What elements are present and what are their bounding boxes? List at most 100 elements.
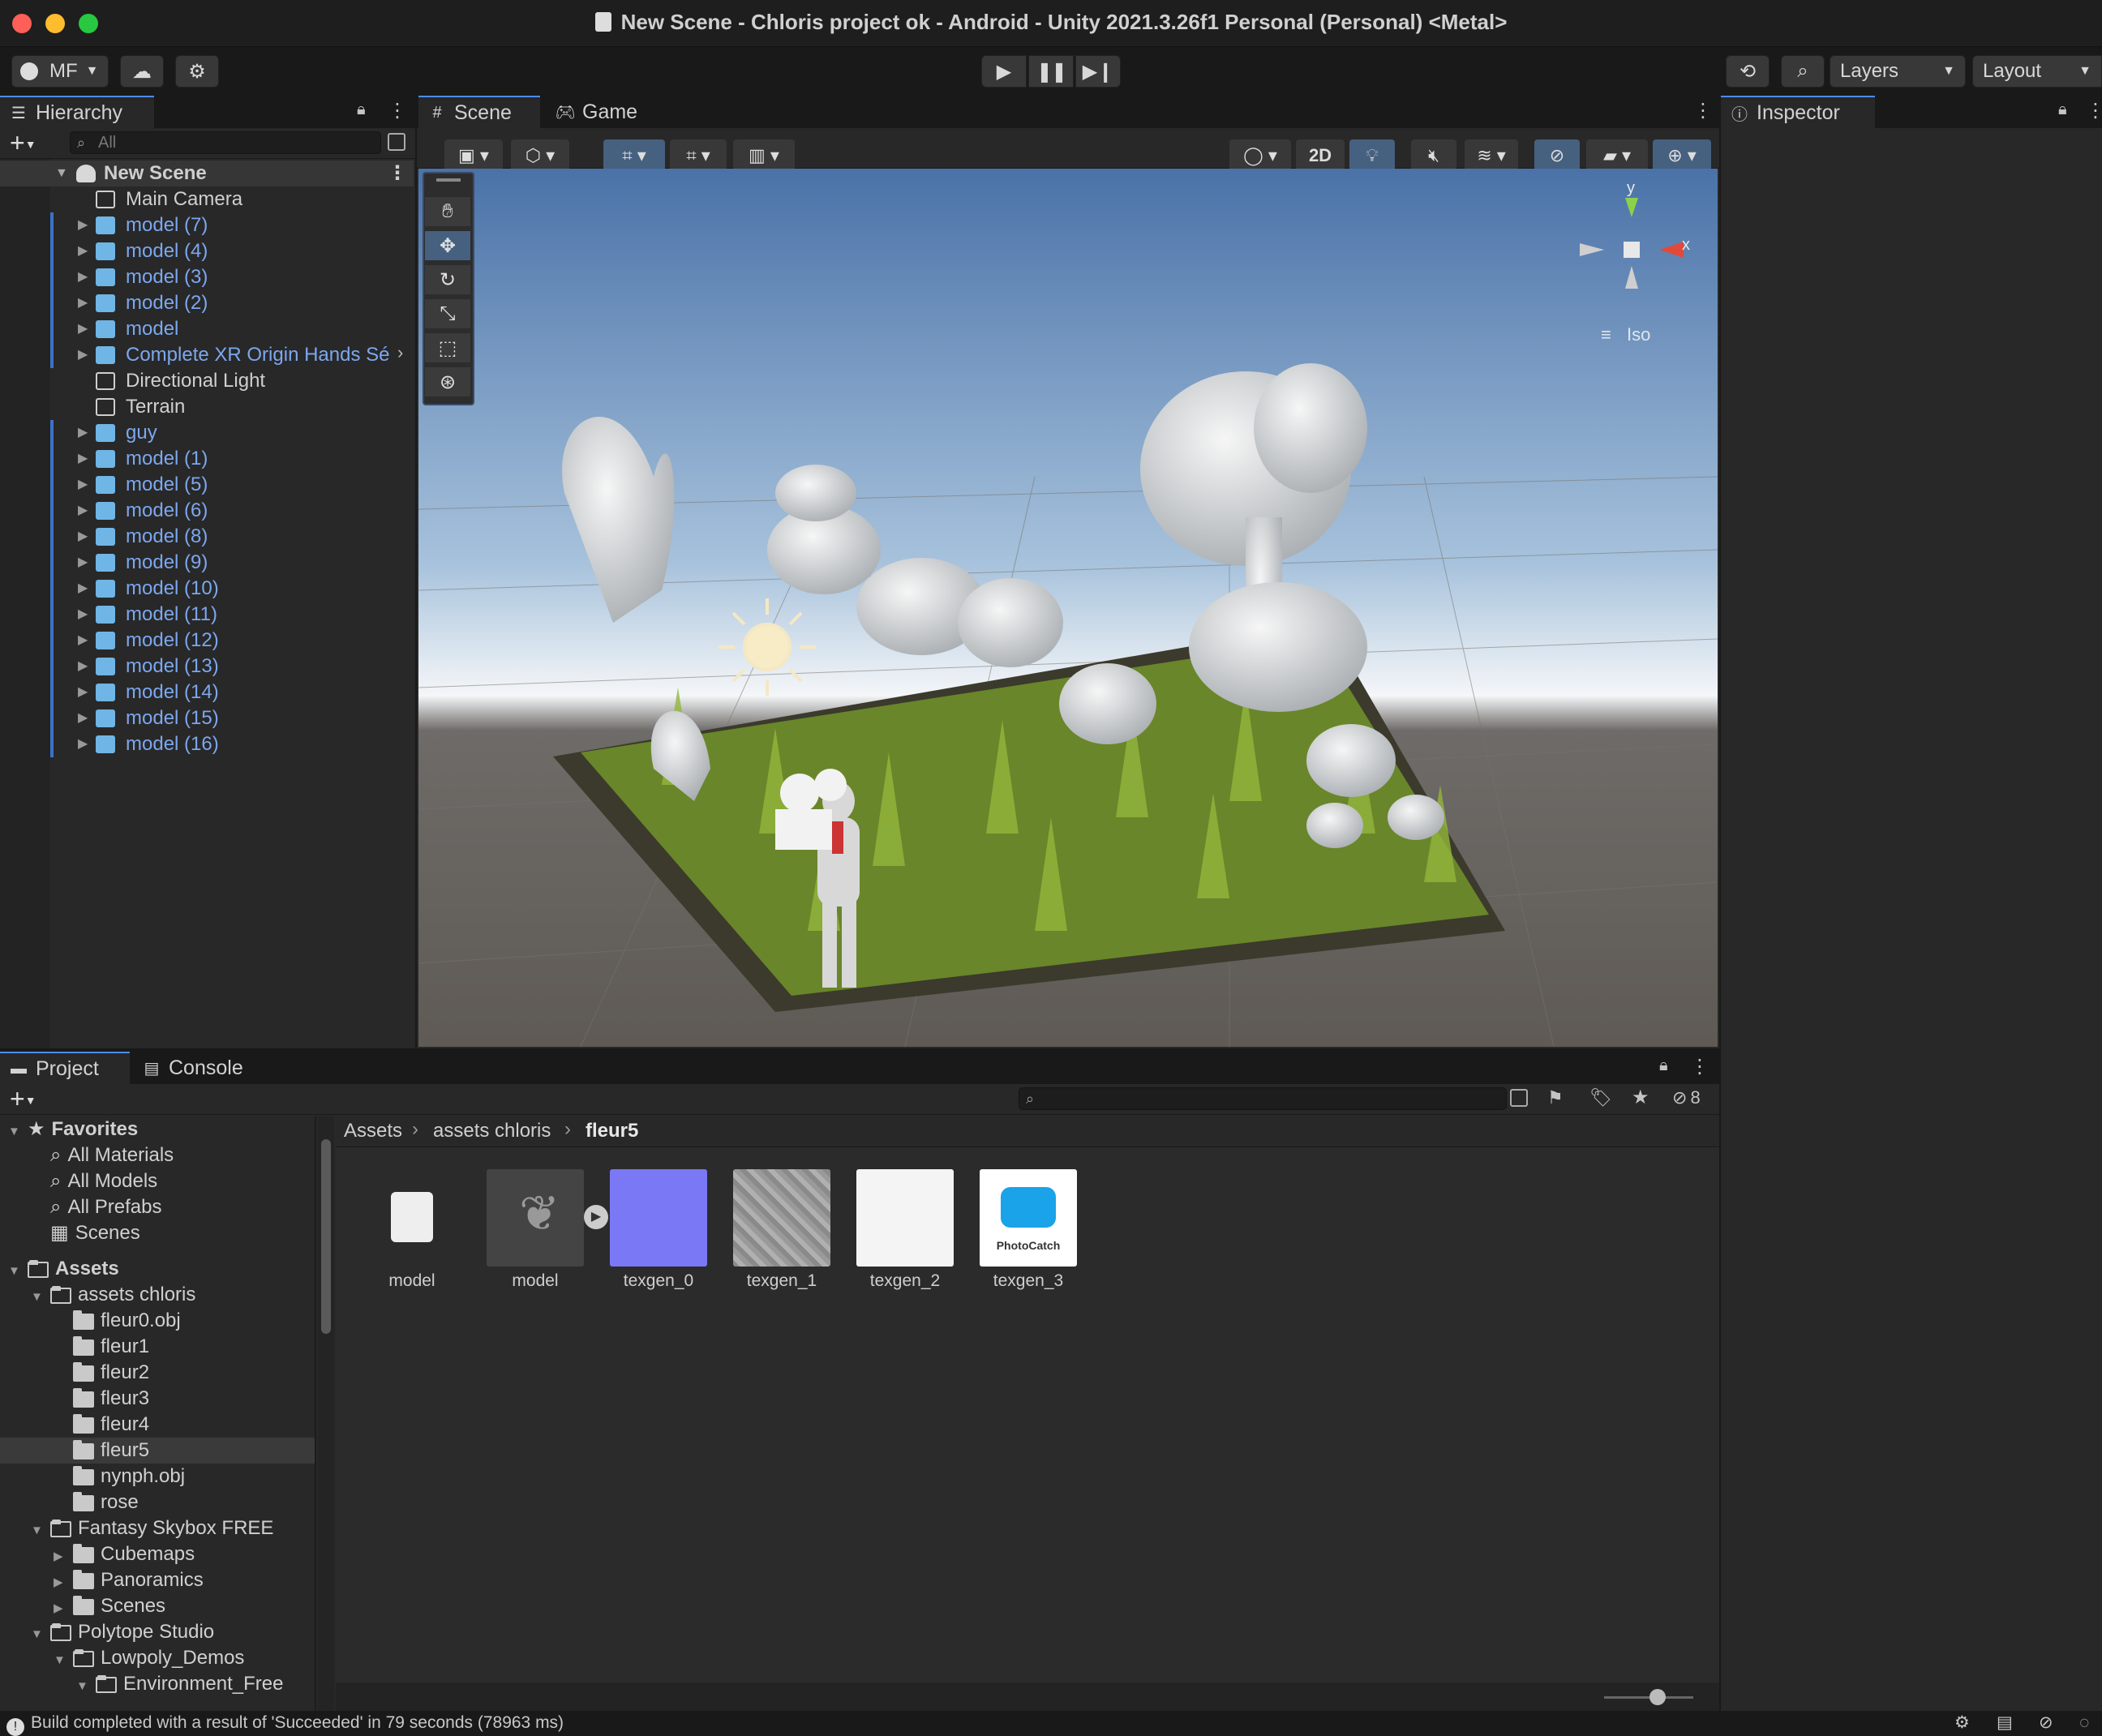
kebab-menu-icon[interactable]: ⋮ xyxy=(388,161,407,186)
chevron-right-icon[interactable]: ▶ xyxy=(78,446,88,472)
lock-icon[interactable]: 🔒︎ xyxy=(357,101,366,119)
tab-game[interactable]: 🎮︎ Game xyxy=(547,96,652,128)
tree-scrollbar-thumb[interactable] xyxy=(321,1139,331,1334)
chevron-right-icon[interactable]: ▶ xyxy=(78,628,88,654)
hierarchy-item[interactable]: ▶ model (3) xyxy=(0,264,414,290)
chevron-right-icon[interactable]: ▶ xyxy=(78,342,88,368)
chevron-right-icon[interactable]: ▶ xyxy=(54,1544,73,1570)
project-tree-item[interactable]: fleur5 xyxy=(0,1438,315,1464)
hierarchy-item[interactable]: ▶ model (11) xyxy=(0,602,414,628)
grid-snap-dropdown[interactable]: ⌗ ▾ xyxy=(603,139,665,172)
hierarchy-item[interactable]: ▶ model (2) xyxy=(0,290,414,316)
chevron-down-icon[interactable]: ▼ xyxy=(31,1284,50,1310)
play-button[interactable]: ▶ xyxy=(981,55,1027,88)
chevron-down-icon[interactable]: ▼ xyxy=(76,1674,96,1700)
hierarchy-item[interactable]: ▶ model (7) xyxy=(0,212,414,238)
asset-thumbnail[interactable] xyxy=(733,1169,830,1267)
2d-toggle[interactable]: 2D xyxy=(1296,139,1345,172)
move-tool[interactable]: ✥ xyxy=(424,230,471,261)
hierarchy-item[interactable]: ▶ Complete XR Origin Hands Sé xyxy=(0,342,414,368)
transform-tool[interactable]: ⊛ xyxy=(424,366,471,397)
hierarchy-item[interactable]: ▶ model (1) xyxy=(0,446,414,472)
history-button[interactable]: ⟲ xyxy=(1726,55,1770,88)
collab-settings-button[interactable]: ⚙ xyxy=(175,55,219,88)
chevron-down-icon[interactable]: ▼ xyxy=(31,1518,50,1544)
scene-row[interactable]: ▼ New Scene ⋮ xyxy=(0,161,414,186)
project-tree-item[interactable]: fleur3 xyxy=(0,1386,315,1412)
scene-shading-dropdown[interactable]: ◯ ▾ xyxy=(1229,139,1291,172)
play-icon[interactable]: ▶ xyxy=(584,1205,608,1229)
filter-type-icon[interactable]: ⚑ xyxy=(1547,1087,1564,1108)
render-mode-dropdown[interactable]: ⬡ ▾ xyxy=(511,139,569,172)
hierarchy-item[interactable]: ▶ model (10) xyxy=(0,576,414,602)
asset-thumbnail[interactable] xyxy=(856,1169,954,1267)
effects-dropdown[interactable]: ≋ ▾ xyxy=(1465,139,1518,172)
tree-scrollbar[interactable] xyxy=(318,1117,334,1711)
progress-icon[interactable]: ◌ xyxy=(2079,1711,2089,1735)
kebab-menu-icon[interactable]: ⋮ xyxy=(1690,1055,1709,1078)
project-tree-item[interactable]: ▼ assets chloris xyxy=(0,1282,315,1308)
kebab-menu-icon[interactable]: ⋮ xyxy=(2086,99,2102,122)
visibility-toggle[interactable]: ⊘ xyxy=(1534,139,1580,172)
project-tree-item[interactable]: ▼ ★ Favorites xyxy=(0,1117,315,1142)
tab-console[interactable]: ▤ Console xyxy=(133,1052,271,1084)
add-icon[interactable]: +▼ xyxy=(10,128,36,159)
hierarchy-item[interactable]: ▶ model (9) xyxy=(0,550,414,576)
audio-toggle[interactable]: 🔇︎ xyxy=(1411,139,1456,172)
project-tree-item[interactable]: ▼ Polytope Studio xyxy=(0,1619,315,1645)
project-tree-item[interactable]: ▼ Environment_Free xyxy=(0,1671,315,1697)
project-tree-item[interactable]: ▶ Scenes xyxy=(0,1593,315,1619)
project-tree-item[interactable]: ▼ Fantasy Skybox FREE xyxy=(0,1515,315,1541)
project-tree-item[interactable]: fleur2 xyxy=(0,1360,315,1386)
tab-scene[interactable]: # Scene xyxy=(418,96,540,128)
chevron-down-icon[interactable]: ▼ xyxy=(31,1622,50,1648)
breadcrumb-assets-chloris[interactable]: assets chloris xyxy=(433,1120,551,1142)
chevron-right-icon[interactable]: ▶ xyxy=(78,576,88,602)
asset-thumbnail[interactable]: PhotoCatch xyxy=(980,1169,1077,1267)
drag-handle-icon[interactable] xyxy=(436,178,461,182)
project-tree-item[interactable]: ▼ Assets xyxy=(0,1256,315,1282)
tab-inspector[interactable]: ⓘ Inspector xyxy=(1721,96,1875,128)
project-tree-item[interactable]: nynph.obj xyxy=(0,1464,315,1490)
breadcrumb-assets[interactable]: Assets xyxy=(344,1120,402,1142)
hierarchy-search-input[interactable]: ⌕ All xyxy=(70,131,381,154)
project-tree-item[interactable]: fleur1 xyxy=(0,1334,315,1360)
step-button[interactable]: ▶❙ xyxy=(1075,55,1121,88)
projection-label[interactable]: Iso xyxy=(1627,324,1650,345)
tag-icon[interactable]: 🏷︎ xyxy=(1589,1087,1612,1108)
hierarchy-item[interactable]: Terrain xyxy=(0,394,414,420)
hierarchy-item[interactable]: Main Camera xyxy=(0,186,414,212)
chevron-right-icon[interactable]: ▶ xyxy=(78,264,88,290)
project-tree-item[interactable]: ⌕ All Prefabs xyxy=(0,1194,315,1220)
debug-icon[interactable]: ⚙ xyxy=(1954,1711,1970,1735)
add-icon[interactable]: +▼ xyxy=(10,1084,36,1115)
status-message[interactable]: Build completed with a result of 'Succee… xyxy=(31,1713,564,1732)
project-tree-item[interactable]: fleur0.obj xyxy=(0,1308,315,1334)
pause-button[interactable]: ❚❚ xyxy=(1028,55,1074,88)
project-tree-item[interactable]: rose xyxy=(0,1490,315,1515)
account-dropdown[interactable]: MF ▼ xyxy=(11,55,109,88)
cloud-button[interactable]: ☁ xyxy=(120,55,164,88)
breadcrumb-fleur5[interactable]: fleur5 xyxy=(586,1120,638,1142)
hierarchy-item[interactable]: ▶ model (13) xyxy=(0,654,414,679)
hierarchy-item[interactable]: ▶ model (4) xyxy=(0,238,414,264)
chevron-right-icon[interactable]: › xyxy=(397,342,403,363)
chevron-down-icon[interactable]: ▼ xyxy=(54,1648,73,1674)
hierarchy-item[interactable]: ▶ model (12) xyxy=(0,628,414,654)
gizmos-dropdown[interactable]: ⊕ ▾ xyxy=(1653,139,1711,172)
hierarchy-item[interactable]: ▶ model (5) xyxy=(0,472,414,498)
star-icon[interactable]: ★ xyxy=(1632,1086,1649,1109)
layout-dropdown[interactable]: Layout ▼ xyxy=(1972,55,2102,88)
project-tree-item[interactable]: ▦ Scenes xyxy=(0,1220,315,1246)
project-search-input[interactable]: ⌕ xyxy=(1019,1087,1507,1110)
rect-tool[interactable]: ⬚ xyxy=(424,332,471,363)
asset-thumbnail[interactable] xyxy=(363,1169,461,1267)
hierarchy-item[interactable]: ▶ model xyxy=(0,316,414,342)
lighting-toggle[interactable]: 💡︎ xyxy=(1349,139,1395,172)
project-tree-item[interactable]: ▼ Lowpoly_Demos xyxy=(0,1645,315,1671)
chevron-right-icon[interactable]: ▶ xyxy=(78,212,88,238)
layers-dropdown[interactable]: Layers ▼ xyxy=(1830,55,1966,88)
hand-tool[interactable]: ✋︎ xyxy=(424,196,471,227)
cache-icon[interactable]: ▤ xyxy=(1997,1711,2013,1735)
hierarchy-item[interactable]: Directional Light xyxy=(0,368,414,394)
